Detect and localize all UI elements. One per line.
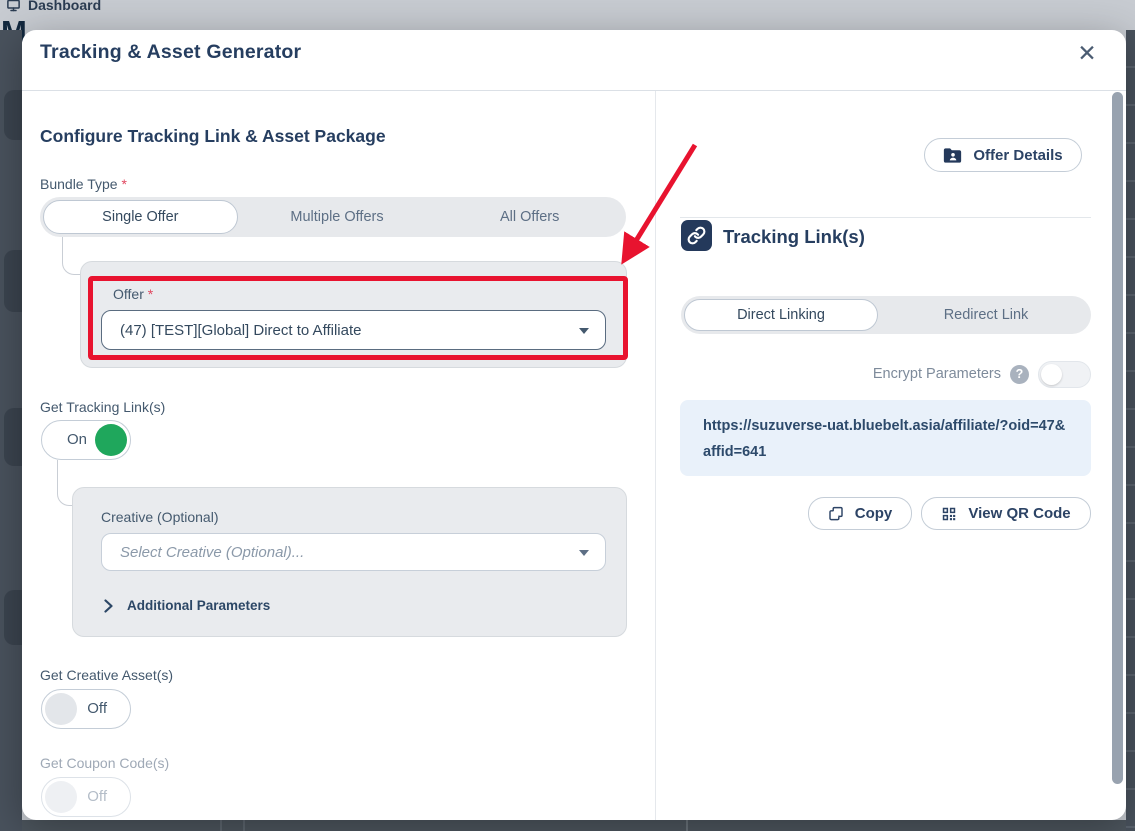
- link-icon: [681, 220, 712, 251]
- offer-card: Offer * (47) [TEST][Global] Direct to Af…: [80, 261, 627, 368]
- offer-details-button[interactable]: Offer Details: [924, 138, 1082, 172]
- encrypt-parameters-row: Encrypt Parameters ?: [680, 359, 1091, 389]
- tab-redirect-link[interactable]: Redirect Link: [881, 296, 1091, 334]
- page-backdrop-top: Dashboard: [0, 0, 1135, 30]
- modal-title: Tracking & Asset Generator: [40, 41, 301, 64]
- backdrop-shape: [4, 250, 22, 312]
- chevron-down-icon: [579, 328, 589, 334]
- additional-parameters-expander[interactable]: Additional Parameters: [104, 598, 270, 613]
- toggle-state-label: Off: [87, 788, 107, 805]
- toggle-knob: [1041, 364, 1062, 385]
- chevron-right-icon: [104, 599, 113, 613]
- offer-folder-icon: [943, 147, 962, 164]
- toggle-knob: [45, 781, 77, 813]
- view-qr-code-label: View QR Code: [968, 505, 1070, 522]
- bundle-type-tabs: Single Offer Multiple Offers All Offers: [40, 197, 626, 237]
- additional-parameters-label: Additional Parameters: [127, 598, 270, 613]
- get-creative-assets-toggle[interactable]: Off: [41, 689, 131, 729]
- get-tracking-links-toggle[interactable]: On: [41, 420, 131, 460]
- tracking-url-box: https://suzuverse-uat.bluebelt.asia/affi…: [680, 400, 1091, 476]
- backdrop-table-line: [220, 820, 222, 831]
- config-panel-heading: Configure Tracking Link & Asset Package: [40, 126, 386, 147]
- backdrop-table-line: [243, 820, 245, 831]
- required-asterisk: *: [148, 286, 153, 302]
- view-qr-code-button[interactable]: View QR Code: [921, 497, 1091, 530]
- breadcrumb-label: Dashboard: [28, 0, 101, 13]
- offer-select-value: (47) [TEST][Global] Direct to Affiliate: [120, 322, 361, 339]
- connector-line: [62, 237, 80, 275]
- backdrop-table-line: [686, 820, 688, 831]
- copy-label: Copy: [855, 505, 893, 522]
- creative-select[interactable]: Select Creative (Optional)...: [101, 533, 606, 571]
- get-coupon-codes-label: Get Coupon Code(s): [40, 755, 169, 771]
- help-icon[interactable]: ?: [1010, 365, 1029, 384]
- creative-card: Creative (Optional) Select Creative (Opt…: [72, 487, 627, 637]
- offer-details-label: Offer Details: [973, 147, 1062, 164]
- get-creative-assets-label: Get Creative Asset(s): [40, 667, 173, 683]
- backdrop-shape: [4, 590, 22, 645]
- toggle-knob: [95, 424, 127, 456]
- page-backdrop-right: [1126, 30, 1135, 831]
- header-divider: [22, 90, 1126, 91]
- offer-label: Offer *: [113, 286, 153, 302]
- close-icon[interactable]: ✕: [1068, 34, 1106, 72]
- tab-multiple-offers[interactable]: Multiple Offers: [241, 197, 434, 237]
- creative-label: Creative (Optional): [101, 509, 219, 525]
- chevron-down-icon: [579, 550, 589, 556]
- column-divider: [655, 91, 656, 820]
- tracking-links-heading: Tracking Link(s): [723, 226, 865, 248]
- tab-all-offers[interactable]: All Offers: [433, 197, 626, 237]
- required-asterisk: *: [121, 176, 126, 192]
- toggle-knob: [45, 693, 77, 725]
- link-type-tabs: Direct Linking Redirect Link: [681, 296, 1091, 334]
- toggle-state-label: On: [67, 431, 87, 448]
- encrypt-parameters-toggle[interactable]: [1038, 361, 1091, 388]
- page-backdrop-left: [0, 30, 22, 831]
- copy-button[interactable]: Copy: [808, 497, 912, 530]
- right-panel-divider: [680, 217, 1091, 218]
- toggle-state-label: Off: [87, 700, 107, 717]
- tab-direct-linking[interactable]: Direct Linking: [684, 299, 878, 331]
- encrypt-parameters-label: Encrypt Parameters: [873, 366, 1001, 382]
- backdrop-shape: [4, 408, 22, 466]
- offer-select[interactable]: (47) [TEST][Global] Direct to Affiliate: [101, 310, 606, 350]
- copy-icon: [828, 506, 844, 522]
- dashboard-icon: [6, 0, 21, 13]
- get-tracking-links-label: Get Tracking Link(s): [40, 399, 165, 415]
- qr-code-icon: [941, 506, 957, 522]
- breadcrumb: Dashboard: [6, 0, 101, 13]
- page-backdrop-bottom: [22, 820, 1126, 831]
- backdrop-shape: [4, 90, 22, 140]
- bundle-type-label: Bundle Type *: [40, 176, 127, 192]
- modal-scrollbar[interactable]: [1112, 92, 1123, 784]
- get-coupon-codes-toggle: Off: [41, 777, 131, 817]
- creative-select-placeholder: Select Creative (Optional)...: [120, 544, 304, 561]
- tab-single-offer[interactable]: Single Offer: [43, 200, 238, 234]
- tracking-asset-generator-modal: Tracking & Asset Generator ✕ Configure T…: [22, 30, 1126, 820]
- connector-line: [57, 460, 72, 506]
- tracking-url: https://suzuverse-uat.bluebelt.asia/affi…: [703, 413, 1068, 465]
